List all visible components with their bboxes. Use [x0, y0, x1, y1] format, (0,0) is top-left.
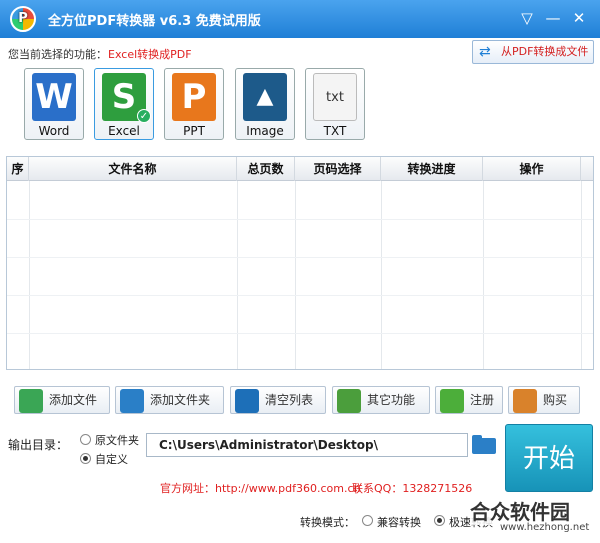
- register-label: 注册: [470, 393, 495, 407]
- minimize-icon[interactable]: —: [542, 8, 564, 28]
- radio-original-folder[interactable]: [80, 434, 91, 445]
- add-file-button[interactable]: 添加文件: [14, 386, 110, 414]
- window-title: 全方位PDF转换器 v6.3 免费试用版: [48, 14, 261, 29]
- format-txt-button[interactable]: txt TXT: [305, 68, 365, 140]
- column-divider: [381, 181, 382, 369]
- radio-fast-mode[interactable]: [434, 515, 445, 526]
- title-bar: 全方位PDF转换器 v6.3 免费试用版 ▽ — ✕: [0, 0, 600, 38]
- format-label: PPT: [183, 124, 205, 138]
- conversion-mode-label: 转换模式：: [300, 516, 355, 529]
- output-dir-label: 输出目录：: [8, 438, 69, 452]
- txt-icon: txt: [313, 73, 357, 121]
- buy-icon: [513, 389, 537, 413]
- column-divider: [581, 181, 582, 369]
- contact-qq-text: 联系QQ：1328271526: [352, 482, 473, 495]
- column-header-progress[interactable]: 转换进度: [381, 157, 483, 181]
- clear-list-label: 清空列表: [265, 393, 314, 407]
- row-divider: [7, 295, 593, 296]
- other-functions-icon: [337, 389, 361, 413]
- row-divider: [7, 333, 593, 334]
- close-icon[interactable]: ✕: [568, 8, 590, 28]
- register-button[interactable]: 注册: [435, 386, 503, 414]
- column-divider: [237, 181, 238, 369]
- column-header-action[interactable]: 操作: [483, 157, 581, 181]
- radio-custom-folder-label: 自定义: [95, 453, 128, 466]
- format-image-button[interactable]: ▲ Image: [235, 68, 295, 140]
- add-folder-icon: [120, 389, 144, 413]
- app-logo-icon: [10, 6, 36, 32]
- row-divider: [7, 257, 593, 258]
- add-file-icon: [19, 389, 43, 413]
- column-header-filename[interactable]: 文件名称: [29, 157, 237, 181]
- switch-direction-label: 从PDF转换成文件: [501, 45, 589, 58]
- word-icon: W: [32, 73, 76, 121]
- format-label: Excel: [108, 124, 140, 138]
- start-button[interactable]: 开始: [505, 424, 593, 492]
- format-label: Image: [246, 124, 284, 138]
- watermark-main: 合众软件园: [470, 496, 570, 525]
- clear-list-icon: [235, 389, 259, 413]
- switch-direction-button[interactable]: ⇄ 从PDF转换成文件: [472, 40, 594, 64]
- table-header: 序 文件名称 总页数 页码选择 转换进度 操作: [7, 157, 593, 181]
- output-path-input[interactable]: C:\Users\Administrator\Desktop\: [146, 433, 468, 457]
- row-divider: [7, 219, 593, 220]
- add-file-label: 添加文件: [49, 393, 98, 407]
- image-icon: ▲: [243, 73, 287, 121]
- other-functions-label: 其它功能: [367, 393, 416, 407]
- radio-compatible-mode-label: 兼容转换: [377, 516, 421, 529]
- column-header-pages[interactable]: 总页数: [237, 157, 295, 181]
- swap-arrows-icon: ⇄: [479, 44, 491, 60]
- buy-label: 购买: [543, 393, 568, 407]
- watermark: 合众软件园 www.hezhong.net: [470, 496, 598, 540]
- format-ppt-button[interactable]: P PPT: [164, 68, 224, 140]
- function-label: 您当前选择的功能：: [8, 48, 107, 61]
- ppt-icon: P: [172, 73, 216, 121]
- official-site-text: 官方网址：http://www.pdf360.com.cn: [160, 482, 361, 495]
- add-folder-label: 添加文件夹: [150, 393, 211, 407]
- column-divider: [29, 181, 30, 369]
- radio-compatible-mode[interactable]: [362, 515, 373, 526]
- format-word-button[interactable]: W Word: [24, 68, 84, 140]
- function-value: Excel转换成PDF: [108, 48, 192, 61]
- clear-list-button[interactable]: 清空列表: [230, 386, 326, 414]
- add-folder-button[interactable]: 添加文件夹: [115, 386, 224, 414]
- selected-check-icon: ✓: [137, 109, 151, 123]
- register-icon: [440, 389, 464, 413]
- radio-custom-folder[interactable]: [80, 453, 91, 464]
- other-functions-button[interactable]: 其它功能: [332, 386, 430, 414]
- format-label: TXT: [323, 124, 347, 138]
- format-label: Word: [38, 124, 70, 138]
- column-divider: [295, 181, 296, 369]
- buy-button[interactable]: 购买: [508, 386, 580, 414]
- column-divider: [483, 181, 484, 369]
- watermark-url: www.hezhong.net: [500, 522, 590, 533]
- file-table[interactable]: 序 文件名称 总页数 页码选择 转换进度 操作: [6, 156, 594, 370]
- column-header-index[interactable]: 序: [7, 157, 29, 181]
- dropdown-icon[interactable]: ▽: [516, 8, 538, 28]
- format-excel-button[interactable]: S ✓ Excel: [94, 68, 154, 140]
- radio-original-folder-label: 原文件夹: [95, 434, 139, 447]
- column-header-page-select[interactable]: 页码选择: [295, 157, 381, 181]
- folder-icon[interactable]: [472, 434, 498, 456]
